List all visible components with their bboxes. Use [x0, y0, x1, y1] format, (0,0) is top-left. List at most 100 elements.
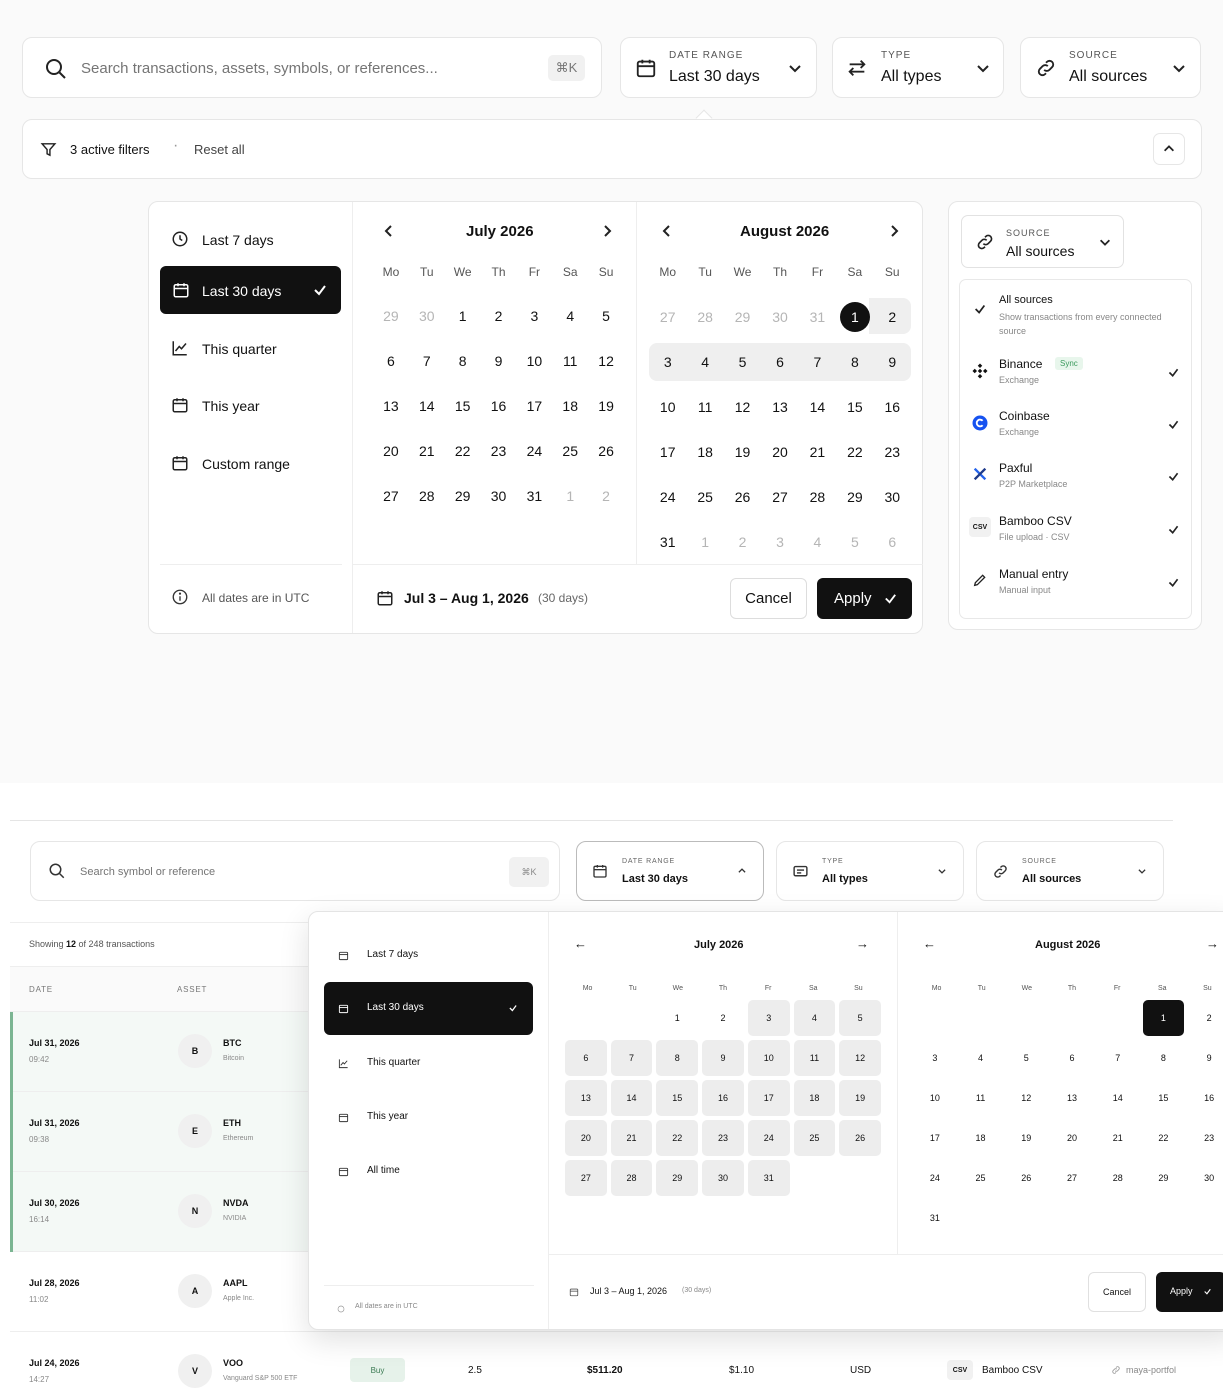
day-cell[interactable]: 10 — [914, 1080, 956, 1116]
source-option-all[interactable]: All sources Show transactions from every… — [960, 280, 1191, 340]
day-cell[interactable]: 23 — [1188, 1120, 1223, 1156]
day-cell[interactable]: 7 — [409, 338, 445, 383]
day-cell[interactable]: 1 — [552, 473, 588, 518]
day-cell[interactable]: 30 — [1188, 1160, 1223, 1196]
day-cell[interactable]: 1 — [836, 294, 873, 339]
day-cell[interactable]: 20 — [565, 1120, 607, 1156]
day-cell[interactable]: 28 — [686, 294, 723, 339]
day-cell[interactable]: 15 — [836, 384, 873, 429]
day-cell[interactable]: 27 — [373, 473, 409, 518]
day-cell[interactable]: 20 — [1051, 1120, 1093, 1156]
source-option-coinbase[interactable]: Coinbase Exchange — [960, 401, 1191, 445]
day-cell[interactable]: 31 — [516, 473, 552, 518]
day-cell[interactable]: 31 — [799, 294, 836, 339]
day-cell[interactable]: 4 — [793, 1000, 836, 1036]
source-option-paxful[interactable]: Paxful P2P Marketplace — [960, 453, 1191, 497]
day-cell[interactable]: 27 — [649, 294, 686, 339]
collapse-button[interactable] — [1153, 133, 1185, 165]
type-dropdown[interactable]: TYPE All types — [776, 841, 964, 901]
day-cell[interactable]: 19 — [588, 383, 624, 428]
reset-all-link[interactable]: Reset all — [194, 142, 245, 157]
day-cell[interactable]: 16 — [1188, 1080, 1223, 1116]
day-cell[interactable]: 21 — [610, 1120, 653, 1156]
day-cell[interactable]: 8 — [1143, 1040, 1185, 1076]
day-cell[interactable]: 2 — [724, 519, 761, 564]
day-cell[interactable]: 14 — [799, 384, 836, 429]
day-cell[interactable]: 3 — [649, 339, 686, 384]
day-cell[interactable]: 6 — [874, 519, 911, 564]
day-cell[interactable]: 16 — [481, 383, 517, 428]
day-cell[interactable]: 8 — [445, 338, 481, 383]
source-dropdown[interactable]: SOURCE All sources — [1020, 37, 1201, 98]
day-cell[interactable]: 16 — [702, 1080, 744, 1116]
day-cell[interactable]: 20 — [373, 428, 409, 473]
day-cell[interactable]: 6 — [761, 339, 798, 384]
prev-month-icon[interactable] — [381, 223, 397, 239]
day-cell[interactable]: 27 — [761, 474, 798, 519]
day-cell[interactable]: 3 — [516, 293, 552, 338]
day-cell[interactable]: 14 — [1097, 1080, 1139, 1116]
day-cell[interactable]: 29 — [373, 293, 409, 338]
day-cell[interactable]: 9 — [481, 338, 517, 383]
day-cell[interactable]: 3 — [747, 1000, 790, 1036]
day-cell[interactable]: 2 — [1188, 1000, 1223, 1036]
day-cell[interactable]: 24 — [649, 474, 686, 519]
day-cell[interactable]: 24 — [516, 428, 552, 473]
day-cell[interactable]: 18 — [793, 1080, 836, 1116]
day-cell[interactable]: 24 — [747, 1120, 790, 1156]
next-month-icon[interactable] — [599, 223, 615, 239]
day-cell[interactable]: 3 — [761, 519, 798, 564]
day-cell[interactable]: 4 — [552, 293, 588, 338]
next-month-arrow[interactable]: → — [856, 936, 869, 951]
preset-last-30-days[interactable]: Last 30 days — [324, 982, 533, 1035]
day-cell[interactable]: 30 — [481, 473, 517, 518]
type-dropdown[interactable]: TYPE All types — [832, 37, 1004, 98]
day-cell[interactable]: 7 — [1097, 1040, 1139, 1076]
day-cell[interactable]: 19 — [1005, 1120, 1047, 1156]
day-cell[interactable]: 31 — [649, 519, 686, 564]
preset-last-7-days[interactable]: Last 7 days — [159, 219, 341, 259]
day-cell[interactable]: 1 — [656, 1000, 698, 1036]
search-input[interactable] — [80, 863, 440, 881]
day-cell[interactable]: 12 — [588, 338, 624, 383]
day-cell[interactable]: 5 — [588, 293, 624, 338]
day-cell[interactable]: 30 — [874, 474, 911, 519]
source-option-bamboo-csv[interactable]: CSV Bamboo CSV File upload · CSV — [960, 506, 1191, 550]
preset-custom-range[interactable]: Custom range — [159, 443, 341, 483]
day-cell[interactable]: 25 — [686, 474, 723, 519]
cancel-button[interactable]: Cancel — [1088, 1272, 1146, 1312]
day-cell[interactable]: 13 — [1051, 1080, 1093, 1116]
day-cell[interactable]: 31 — [747, 1160, 790, 1196]
day-cell[interactable]: 8 — [656, 1040, 699, 1076]
preset-this-quarter[interactable]: This quarter — [159, 328, 341, 368]
day-cell[interactable]: 10 — [516, 338, 552, 383]
cancel-button[interactable]: Cancel — [730, 578, 807, 619]
day-cell[interactable]: 4 — [799, 519, 836, 564]
search-bar[interactable]: ⌘K — [30, 841, 560, 901]
day-cell[interactable]: 6 — [1051, 1040, 1093, 1076]
day-cell[interactable]: 12 — [839, 1040, 881, 1076]
day-cell[interactable]: 29 — [656, 1160, 699, 1196]
day-cell[interactable]: 21 — [409, 428, 445, 473]
day-cell[interactable]: 2 — [588, 473, 624, 518]
day-cell[interactable]: 5 — [836, 519, 873, 564]
day-cell[interactable]: 7 — [610, 1040, 653, 1076]
day-cell[interactable]: 12 — [724, 384, 761, 429]
day-cell[interactable]: 25 — [793, 1120, 836, 1156]
day-cell[interactable]: 29 — [836, 474, 873, 519]
day-cell[interactable]: 28 — [409, 473, 445, 518]
day-cell[interactable]: 27 — [565, 1160, 607, 1196]
preset-this-year[interactable]: This year — [324, 1102, 534, 1132]
day-cell[interactable]: 7 — [799, 339, 836, 384]
day-cell[interactable]: 5 — [724, 339, 761, 384]
day-cell[interactable]: 20 — [761, 429, 798, 474]
day-cell[interactable]: 30 — [761, 294, 798, 339]
day-cell[interactable]: 11 — [686, 384, 723, 429]
next-month-icon[interactable] — [886, 223, 902, 239]
date-range-dropdown[interactable]: DATE RANGE Last 30 days — [576, 841, 764, 901]
day-cell[interactable]: 22 — [656, 1120, 699, 1156]
day-cell[interactable]: 5 — [1005, 1040, 1047, 1076]
day-cell[interactable]: 23 — [874, 429, 911, 474]
day-cell[interactable]: 24 — [914, 1160, 956, 1196]
day-cell[interactable]: 30 — [702, 1160, 744, 1196]
